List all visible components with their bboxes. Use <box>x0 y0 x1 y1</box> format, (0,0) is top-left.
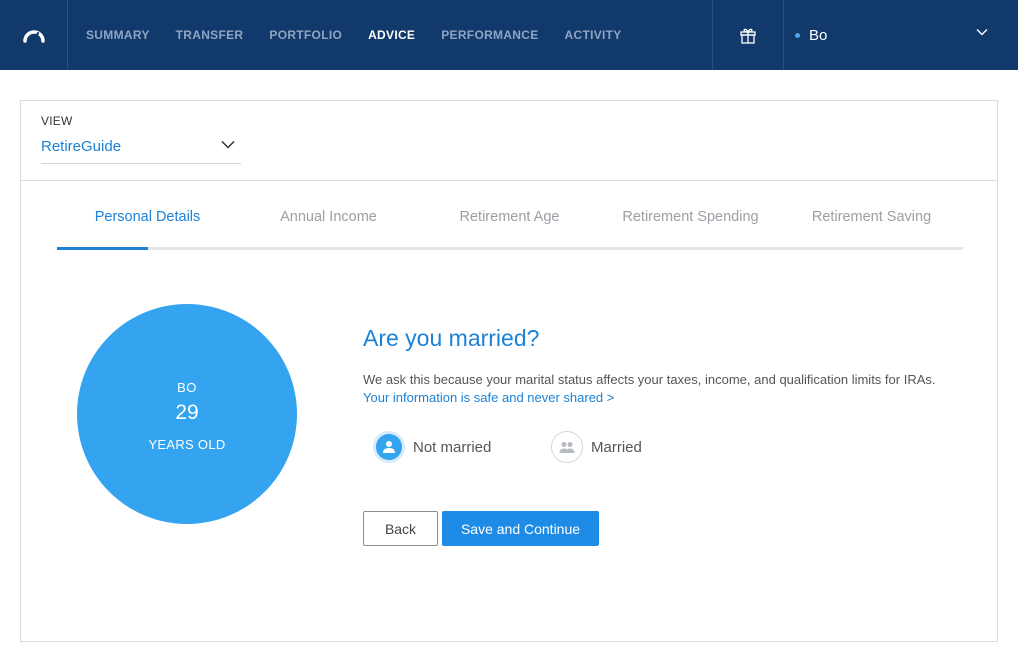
back-button[interactable]: Back <box>363 511 438 546</box>
option-married[interactable]: Married <box>551 430 642 464</box>
chevron-down-icon <box>976 29 988 36</box>
save-and-continue-button[interactable]: Save and Continue <box>442 511 599 546</box>
speedometer-icon <box>22 30 45 43</box>
tab-retirement-age[interactable]: Retirement Age <box>419 206 600 247</box>
question-title: Are you married? <box>363 325 540 351</box>
active-tab-indicator <box>57 247 148 250</box>
option-not-married[interactable]: Not married <box>373 430 491 464</box>
top-nav-bar: SUMMARY TRANSFER PORTFOLIO ADVICE PERFOR… <box>0 0 1018 70</box>
profile-circle: BO 29 YEARS OLD <box>77 304 297 524</box>
privacy-link[interactable]: Your information is safe and never share… <box>363 390 614 405</box>
advice-card: VIEW RetireGuide Personal Details Annual… <box>20 100 998 642</box>
tab-personal-details[interactable]: Personal Details <box>57 206 238 247</box>
tab-retirement-saving[interactable]: Retirement Saving <box>781 206 962 247</box>
question-description: We ask this because your marital status … <box>363 371 953 407</box>
nav-transfer[interactable]: TRANSFER <box>176 28 244 42</box>
view-label: VIEW <box>41 114 73 128</box>
user-name: Bo <box>809 26 828 44</box>
profile-age: 29 <box>175 401 199 424</box>
nav-performance[interactable]: PERFORMANCE <box>441 28 538 42</box>
nav-summary[interactable]: SUMMARY <box>86 28 150 42</box>
view-selected-value: RetireGuide <box>41 138 122 155</box>
user-menu[interactable]: Bo <box>784 0 1018 70</box>
step-tabs: Personal Details Annual Income Retiremen… <box>57 206 963 250</box>
profile-name: BO <box>177 380 197 395</box>
nav-activity[interactable]: ACTIVITY <box>565 28 622 42</box>
option-label: Married <box>591 438 642 456</box>
status-dot <box>795 32 800 38</box>
person-icon <box>373 431 405 463</box>
option-label: Not married <box>413 438 492 456</box>
view-selector-section: VIEW RetireGuide <box>21 101 997 181</box>
tab-annual-income[interactable]: Annual Income <box>238 206 419 247</box>
two-people-icon <box>551 431 583 463</box>
gift-button[interactable] <box>712 0 784 70</box>
nav-portfolio[interactable]: PORTFOLIO <box>269 28 342 42</box>
description-text: We ask this because your marital status … <box>363 372 936 387</box>
view-dropdown[interactable]: RetireGuide <box>41 134 241 164</box>
gift-icon <box>740 28 756 44</box>
main-nav: SUMMARY TRANSFER PORTFOLIO ADVICE PERFOR… <box>86 0 648 70</box>
nav-advice[interactable]: ADVICE <box>368 28 415 42</box>
tab-retirement-spending[interactable]: Retirement Spending <box>600 206 781 247</box>
chevron-down-icon <box>221 140 235 149</box>
profile-age-unit: YEARS OLD <box>148 437 226 452</box>
home-logo[interactable] <box>0 0 68 70</box>
